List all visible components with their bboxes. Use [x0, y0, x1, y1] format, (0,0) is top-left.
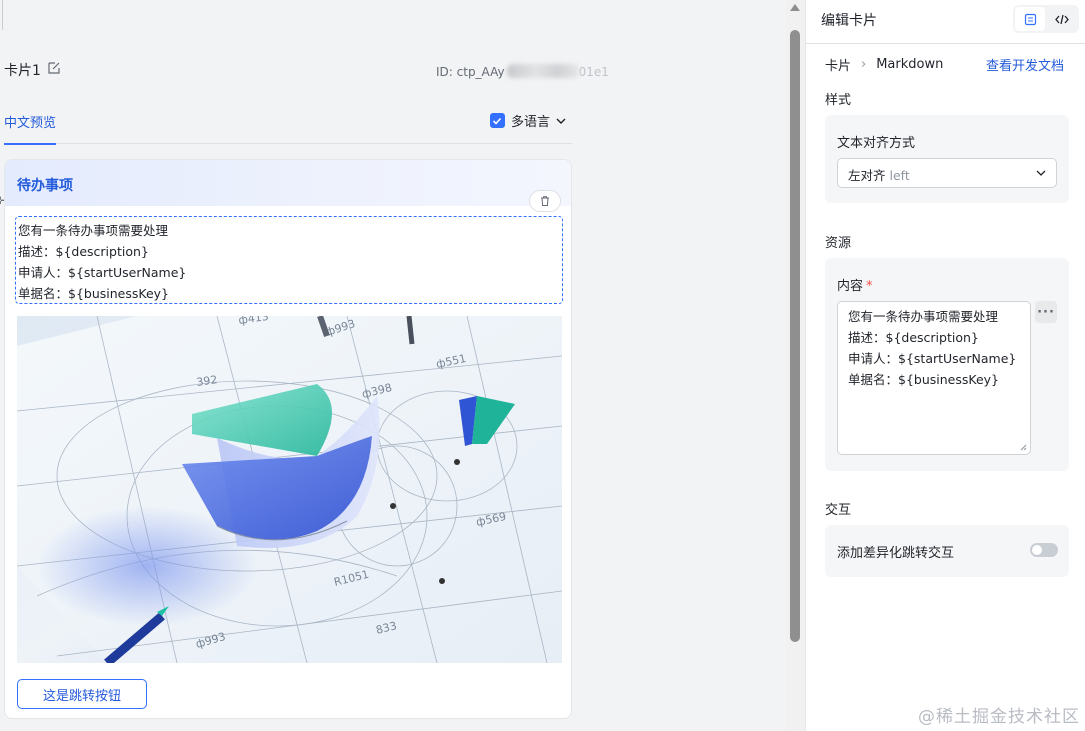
- edit-icon[interactable]: [47, 61, 61, 79]
- card-image: ф413 ф993 392 ф398 ф551 ф569 R1051 833 ф…: [17, 316, 562, 663]
- interaction-group: 添加差异化跳转交互: [825, 525, 1069, 577]
- breadcrumb: 卡片 › Markdown: [825, 55, 943, 74]
- textarea-line: 单据名：${businessKey}: [848, 372, 1000, 387]
- chevron-down-icon: [1036, 170, 1046, 176]
- view-mode-toggle: [1013, 5, 1079, 33]
- chevron-right-icon: ›: [861, 57, 867, 72]
- divider: [0, 0, 3, 30]
- card-preview: 待办事项 您有一条待办事项需要处理 描述：${description} 申请人：…: [4, 159, 572, 719]
- markdown-line: 申请人：${startUserName}: [18, 265, 187, 280]
- interaction-section-title: 交互: [825, 503, 852, 518]
- content-textarea[interactable]: 您有一条待办事项需要处理 描述：${description} 申请人：${sta…: [837, 301, 1031, 455]
- card-header-title: 待办事项: [5, 160, 571, 206]
- align-value: 左对齐: [848, 168, 886, 183]
- panel-title: 编辑卡片: [821, 13, 877, 29]
- breadcrumb-item[interactable]: 卡片: [825, 55, 851, 74]
- code-icon: [1055, 14, 1069, 24]
- textarea-line: 申请人：${startUserName}: [848, 351, 1017, 366]
- drag-handle-icon[interactable]: ✛: [0, 196, 8, 208]
- card-canvas: 卡片1 ID: ctp_AAy 01e1 中文预览 多语言 待办事项 您有一条待办…: [0, 0, 786, 731]
- content-label: 内容 *: [837, 279, 873, 294]
- preview-tabs: 中文预览 多语言: [4, 100, 572, 145]
- align-label: 文本对齐方式: [837, 136, 916, 151]
- interaction-label: 添加差异化跳转交互: [837, 546, 955, 561]
- delete-button[interactable]: [529, 190, 561, 212]
- chevron-down-icon: [556, 118, 566, 124]
- edit-panel: 编辑卡片 卡片 › Markdown 查看开发文档 样式 文本对齐方式 左对齐 l…: [805, 0, 1085, 731]
- dev-docs-link[interactable]: 查看开发文档: [986, 55, 1064, 74]
- markdown-block[interactable]: 您有一条待办事项需要处理 描述：${description} 申请人：${sta…: [15, 216, 563, 304]
- required-mark: *: [866, 279, 873, 294]
- markdown-line: 单据名：${businessKey}: [18, 286, 170, 301]
- tab-chinese-preview[interactable]: 中文预览: [4, 112, 57, 145]
- card-name: 卡片1: [4, 63, 41, 79]
- align-hint: left: [889, 168, 910, 183]
- more-options-button[interactable]: ···: [1035, 301, 1057, 323]
- style-section-title: 样式: [825, 93, 852, 108]
- multilang-label: 多语言: [510, 115, 550, 130]
- scroll-up-arrow-icon[interactable]: [790, 4, 800, 11]
- resource-section-title: 资源: [825, 236, 852, 251]
- trash-icon: [541, 196, 549, 206]
- style-group: 文本对齐方式 左对齐 left: [825, 115, 1069, 203]
- card-name-row: 卡片1: [4, 60, 61, 80]
- markdown-line: 描述：${description}: [18, 244, 149, 259]
- textarea-line: 您有一条待办事项需要处理: [848, 309, 999, 324]
- card-id: ID: ctp_AAy 01e1: [436, 64, 609, 79]
- form-icon: [1024, 13, 1036, 25]
- checkbox-icon[interactable]: [489, 113, 505, 128]
- textarea-line: 描述：${description}: [848, 330, 979, 345]
- multilang-toggle[interactable]: 多语言: [489, 111, 566, 130]
- watermark: @稀土掘金技术社区: [918, 707, 1080, 727]
- jump-button[interactable]: 这是跳转按钮: [17, 679, 147, 709]
- align-select[interactable]: 左对齐 left: [837, 158, 1057, 188]
- markdown-line: 您有一条待办事项需要处理: [18, 223, 169, 238]
- scrollbar-thumb[interactable]: [790, 30, 800, 642]
- form-view-button[interactable]: [1015, 7, 1045, 31]
- breadcrumb-item: Markdown: [876, 57, 944, 72]
- code-view-button[interactable]: [1047, 7, 1077, 31]
- resource-group: 内容 * 您有一条待办事项需要处理 描述：${description} 申请人：$…: [825, 258, 1069, 471]
- panel-header: 编辑卡片: [806, 0, 1085, 44]
- interaction-toggle[interactable]: [1030, 543, 1058, 557]
- resize-handle-icon[interactable]: [1020, 444, 1027, 451]
